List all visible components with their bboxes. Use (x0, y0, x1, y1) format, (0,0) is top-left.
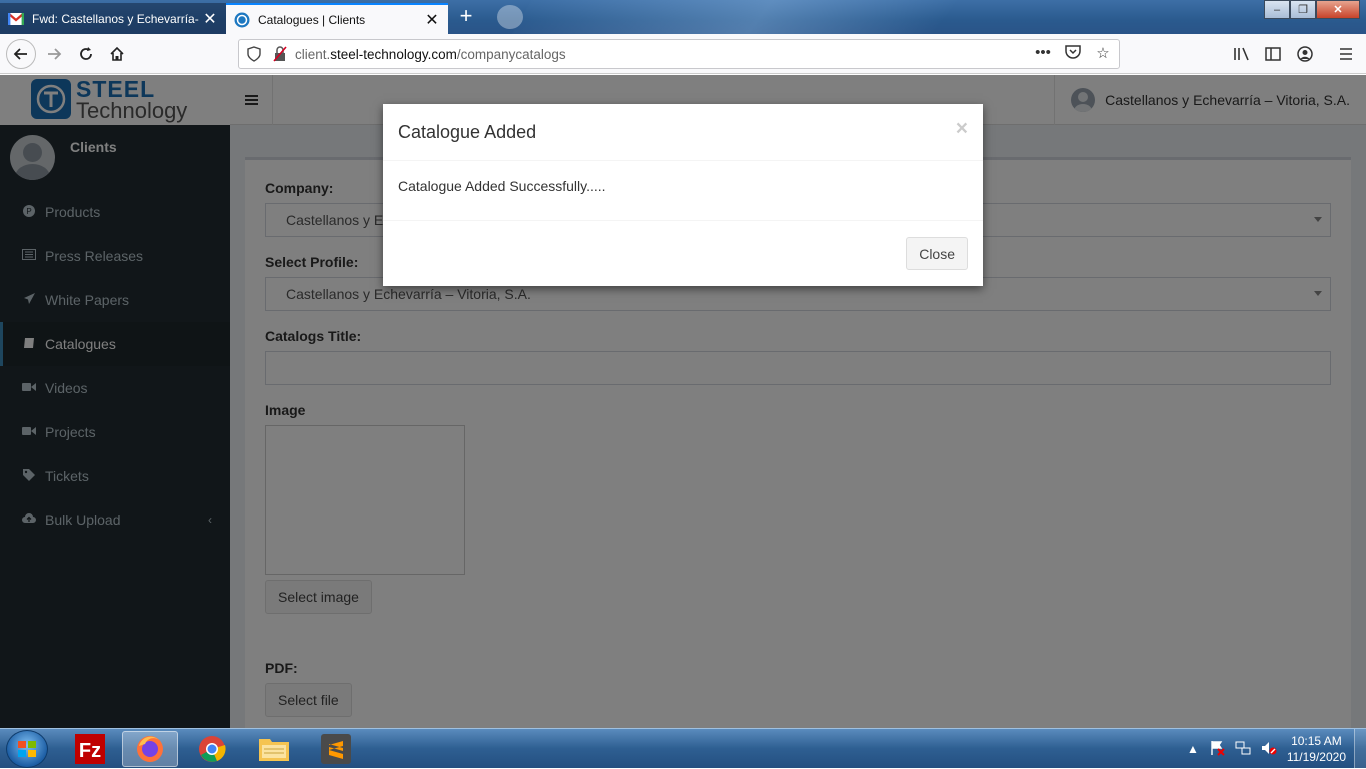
clock-date: 11/19/2020 (1286, 750, 1346, 764)
taskbar-sublime-text[interactable] (308, 731, 364, 767)
window-close-button[interactable]: ✕ (1316, 0, 1360, 19)
system-clock[interactable]: 10:15 AM 11/19/2020 (1287, 733, 1346, 765)
account-icon[interactable] (1291, 40, 1319, 68)
browser-nav-bar: client.steel-technology.com/companycatal… (0, 34, 1366, 74)
modal-message: Catalogue Added Successfully..... (383, 161, 983, 221)
catalogue-added-modal: Catalogue Added × Catalogue Added Succes… (383, 104, 983, 286)
tab-close-icon[interactable]: ✕ (202, 9, 218, 29)
firefox-icon (137, 736, 163, 762)
tab-ghost-icon (497, 5, 523, 29)
window-maximize-button[interactable]: ❐ (1290, 0, 1316, 19)
menu-icon[interactable] (1332, 40, 1360, 68)
chrome-icon (199, 736, 226, 762)
taskbar-filezilla[interactable]: Fz (62, 731, 118, 767)
volume-muted-icon[interactable] (1261, 740, 1277, 759)
home-icon[interactable] (103, 40, 131, 68)
tab-close-icon[interactable]: ✕ (424, 10, 440, 30)
start-button[interactable] (6, 730, 48, 768)
folder-icon (259, 739, 289, 761)
taskbar-firefox[interactable] (122, 731, 178, 767)
insecure-lock-icon[interactable] (273, 46, 287, 62)
windows-logo-icon (18, 741, 36, 757)
window-minimize-button[interactable]: ‒ (1264, 0, 1290, 19)
back-arrow-icon[interactable] (6, 39, 36, 69)
show-desktop-button[interactable] (1354, 729, 1366, 769)
pocket-icon[interactable] (1063, 44, 1083, 63)
library-icon[interactable] (1228, 40, 1256, 68)
sidebar-toggle-icon[interactable] (1259, 40, 1287, 68)
close-icon[interactable]: × (956, 117, 968, 141)
page-actions-icon[interactable]: ••• (1033, 44, 1053, 63)
shield-icon[interactable] (247, 46, 261, 62)
svg-text:Fz: Fz (79, 740, 101, 762)
modal-title: Catalogue Added (398, 122, 537, 142)
bookmark-star-icon[interactable]: ☆ (1093, 44, 1113, 63)
browser-tab-bar: Fwd: Castellanos y Echevarría- V ✕ Catal… (0, 0, 1366, 34)
action-center-flag-icon[interactable] (1209, 740, 1225, 759)
show-hidden-icons-icon[interactable]: ▲ (1187, 742, 1199, 756)
tab-gmail[interactable]: Fwd: Castellanos y Echevarría- V ✕ (0, 3, 226, 34)
gmail-icon (8, 11, 24, 27)
url-text[interactable]: client.steel-technology.com/companycatal… (295, 47, 566, 62)
new-tab-button[interactable]: + (452, 4, 480, 30)
taskbar-chrome[interactable] (184, 731, 240, 767)
url-bar[interactable]: client.steel-technology.com/companycatal… (238, 39, 1120, 69)
filezilla-icon: Fz (75, 734, 105, 764)
clock-time: 10:15 AM (1291, 734, 1342, 748)
site-favicon-icon (234, 12, 250, 28)
taskbar-file-explorer[interactable] (246, 731, 302, 767)
network-icon[interactable] (1235, 740, 1251, 759)
modal-header: Catalogue Added × (383, 104, 983, 161)
sublime-text-icon (321, 734, 351, 764)
taskbar: Fz ▲ 10:15 AM 11/19/2020 (0, 728, 1366, 769)
close-button[interactable]: Close (906, 237, 968, 270)
tab-catalogues[interactable]: Catalogues | Clients ✕ (226, 3, 448, 34)
system-tray: ▲ 10:15 AM 11/19/2020 (1187, 729, 1346, 769)
tab-title: Catalogues | Clients (258, 12, 366, 27)
forward-arrow-icon[interactable] (40, 40, 68, 68)
tab-title: Fwd: Castellanos y Echevarría- V (32, 11, 202, 26)
reload-icon[interactable] (72, 40, 100, 68)
